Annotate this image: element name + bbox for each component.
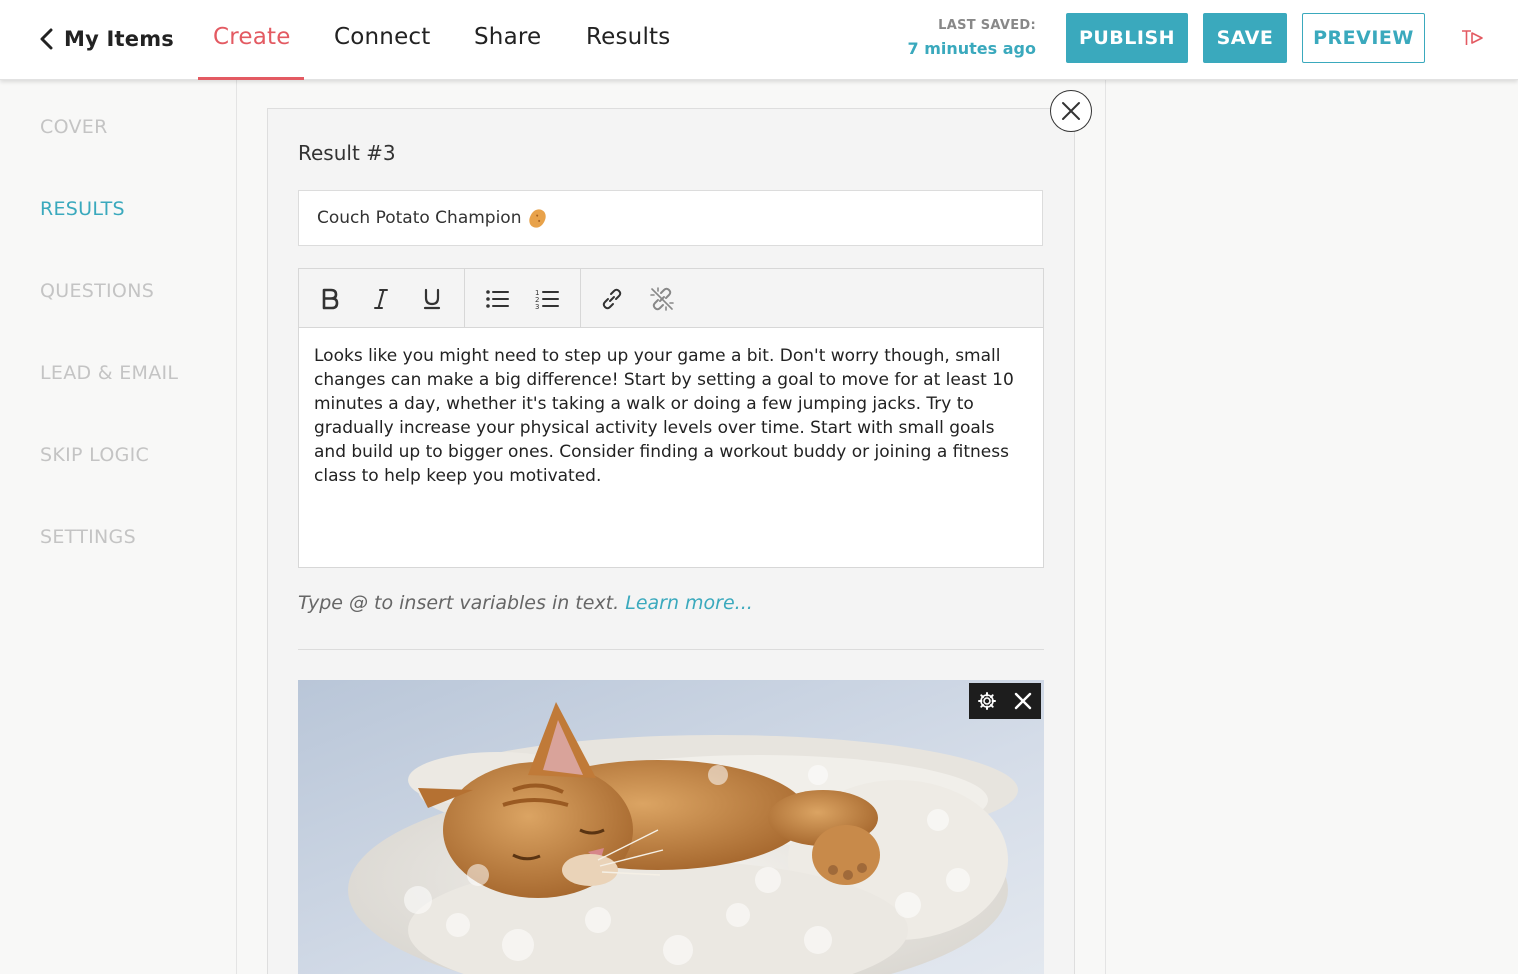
bold-icon: [322, 288, 339, 310]
exit-editor-icon[interactable]: [1459, 27, 1485, 49]
back-label: My Items: [64, 27, 174, 51]
close-icon: [1062, 102, 1080, 120]
tab-results[interactable]: Results: [586, 24, 670, 50]
bold-button[interactable]: [312, 281, 348, 317]
text-format-toolbar: 123: [298, 268, 1044, 328]
bullet-list-icon: [486, 290, 509, 308]
result-title-input[interactable]: Couch Potato Champion: [298, 190, 1043, 246]
chevron-left-icon: [40, 28, 53, 50]
numbered-list-button[interactable]: 123: [529, 281, 565, 317]
sidebar: COVER RESULTS QUESTIONS LEAD & EMAIL SKI…: [0, 80, 237, 974]
remove-link-button[interactable]: [644, 281, 680, 317]
section-divider: [298, 649, 1044, 650]
toolbar-divider: [464, 269, 465, 327]
unlink-icon: [650, 287, 674, 311]
learn-more-link[interactable]: Learn more...: [625, 592, 753, 614]
save-button[interactable]: SAVE: [1203, 13, 1287, 63]
sidebar-item-skip-logic[interactable]: SKIP LOGIC: [40, 444, 149, 466]
link-icon: [602, 288, 622, 310]
result-title-value: Couch Potato Champion: [317, 208, 522, 228]
sidebar-item-cover[interactable]: COVER: [40, 116, 108, 138]
image-settings-button[interactable]: [969, 683, 1005, 719]
top-bar: My Items Create Connect Share Results LA…: [0, 0, 1518, 80]
underline-icon: [423, 288, 441, 310]
sidebar-item-results[interactable]: RESULTS: [40, 198, 125, 220]
sidebar-item-questions[interactable]: QUESTIONS: [40, 280, 154, 302]
variables-hint-text: Type @ to insert variables in text.: [298, 592, 620, 614]
remove-image-button[interactable]: [1005, 683, 1041, 719]
sidebar-item-settings[interactable]: SETTINGS: [40, 526, 136, 548]
last-saved-time: 7 minutes ago: [907, 39, 1036, 58]
result-heading: Result #3: [298, 141, 396, 165]
result-description-editor[interactable]: Looks like you might need to step up you…: [298, 327, 1044, 568]
variables-hint: Type @ to insert variables in text. Lear…: [298, 592, 753, 614]
result-image: [298, 680, 1044, 974]
potato-icon: [527, 206, 549, 230]
last-saved-label: LAST SAVED:: [938, 18, 1036, 33]
italic-icon: [374, 289, 388, 309]
bullet-list-button[interactable]: [479, 281, 515, 317]
close-icon: [1014, 692, 1032, 710]
italic-button[interactable]: [363, 281, 399, 317]
active-tab-indicator: [198, 77, 304, 80]
insert-link-button[interactable]: [594, 281, 630, 317]
underline-button[interactable]: [414, 281, 450, 317]
svg-text:3: 3: [535, 303, 539, 311]
tab-create[interactable]: Create: [213, 24, 291, 50]
tab-connect[interactable]: Connect: [334, 24, 431, 50]
numbered-list-icon: 123: [535, 289, 559, 311]
sleeping-cat-photo: [298, 680, 1044, 974]
image-toolbar: [969, 683, 1041, 719]
preview-button[interactable]: PREVIEW: [1302, 13, 1425, 63]
gear-icon: [978, 692, 996, 710]
publish-button[interactable]: PUBLISH: [1066, 13, 1188, 63]
close-result-button[interactable]: [1050, 90, 1092, 132]
tab-share[interactable]: Share: [474, 24, 541, 50]
back-to-my-items[interactable]: My Items: [38, 24, 174, 54]
toolbar-divider: [580, 269, 581, 327]
sidebar-item-lead-email[interactable]: LEAD & EMAIL: [40, 362, 178, 384]
